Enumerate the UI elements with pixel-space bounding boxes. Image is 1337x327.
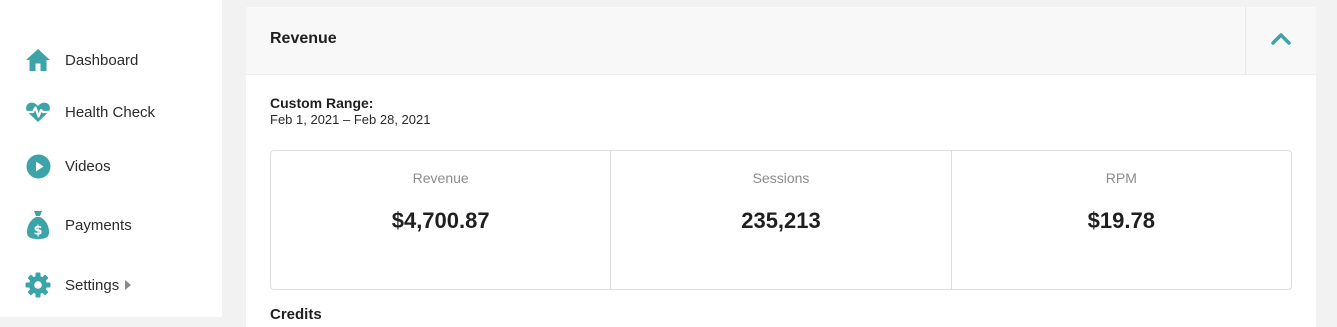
play-circle-icon: [24, 152, 52, 180]
sidebar-item-label: Settings: [65, 276, 120, 294]
svg-text:$: $: [33, 224, 42, 239]
gear-icon: [24, 271, 52, 299]
sidebar-item-label: Dashboard: [65, 51, 139, 69]
stat-rpm: RPM $19.78: [952, 151, 1291, 289]
sidebar-item-payments[interactable]: $ Payments: [24, 210, 132, 240]
sidebar-item-dashboard[interactable]: Dashboard: [24, 45, 138, 75]
card-title: Revenue: [270, 30, 337, 47]
sidebar: Dashboard Health Check Videos $ Payments…: [0, 0, 222, 317]
card-header: Revenue: [246, 7, 1316, 75]
range-value: Feb 1, 2021 – Feb 28, 2021: [270, 112, 431, 127]
stat-value: $19.78: [1087, 208, 1155, 233]
chevron-up-icon: [1271, 31, 1291, 50]
sidebar-item-videos[interactable]: Videos: [24, 151, 111, 181]
chevron-right-icon: [125, 280, 132, 290]
stat-label: Sessions: [752, 170, 810, 186]
revenue-card: Revenue Custom Range: Feb 1, 2021 – Feb …: [246, 7, 1316, 327]
range-label: Custom Range:: [270, 95, 374, 111]
stat-revenue: Revenue $4,700.87: [271, 151, 612, 289]
stat-label: Revenue: [412, 170, 469, 186]
money-bag-icon: $: [24, 211, 52, 239]
sidebar-item-label: Payments: [65, 216, 132, 234]
heartbeat-icon: [24, 98, 52, 126]
stat-label: RPM: [1105, 170, 1137, 186]
stats-panel: Revenue $4,700.87 Sessions 235,213 RPM $…: [270, 150, 1292, 290]
sidebar-item-settings[interactable]: Settings: [24, 270, 132, 300]
stat-value: $4,700.87: [391, 208, 490, 233]
stat-value: 235,213: [741, 208, 821, 233]
home-icon: [24, 46, 52, 74]
sidebar-item-label: Health Check: [65, 103, 156, 121]
stat-sessions: Sessions 235,213: [611, 151, 952, 289]
collapse-button[interactable]: [1245, 7, 1316, 74]
sidebar-item-label: Videos: [65, 157, 111, 175]
credits-heading: Credits: [270, 306, 322, 323]
sidebar-item-health-check[interactable]: Health Check: [24, 97, 155, 127]
